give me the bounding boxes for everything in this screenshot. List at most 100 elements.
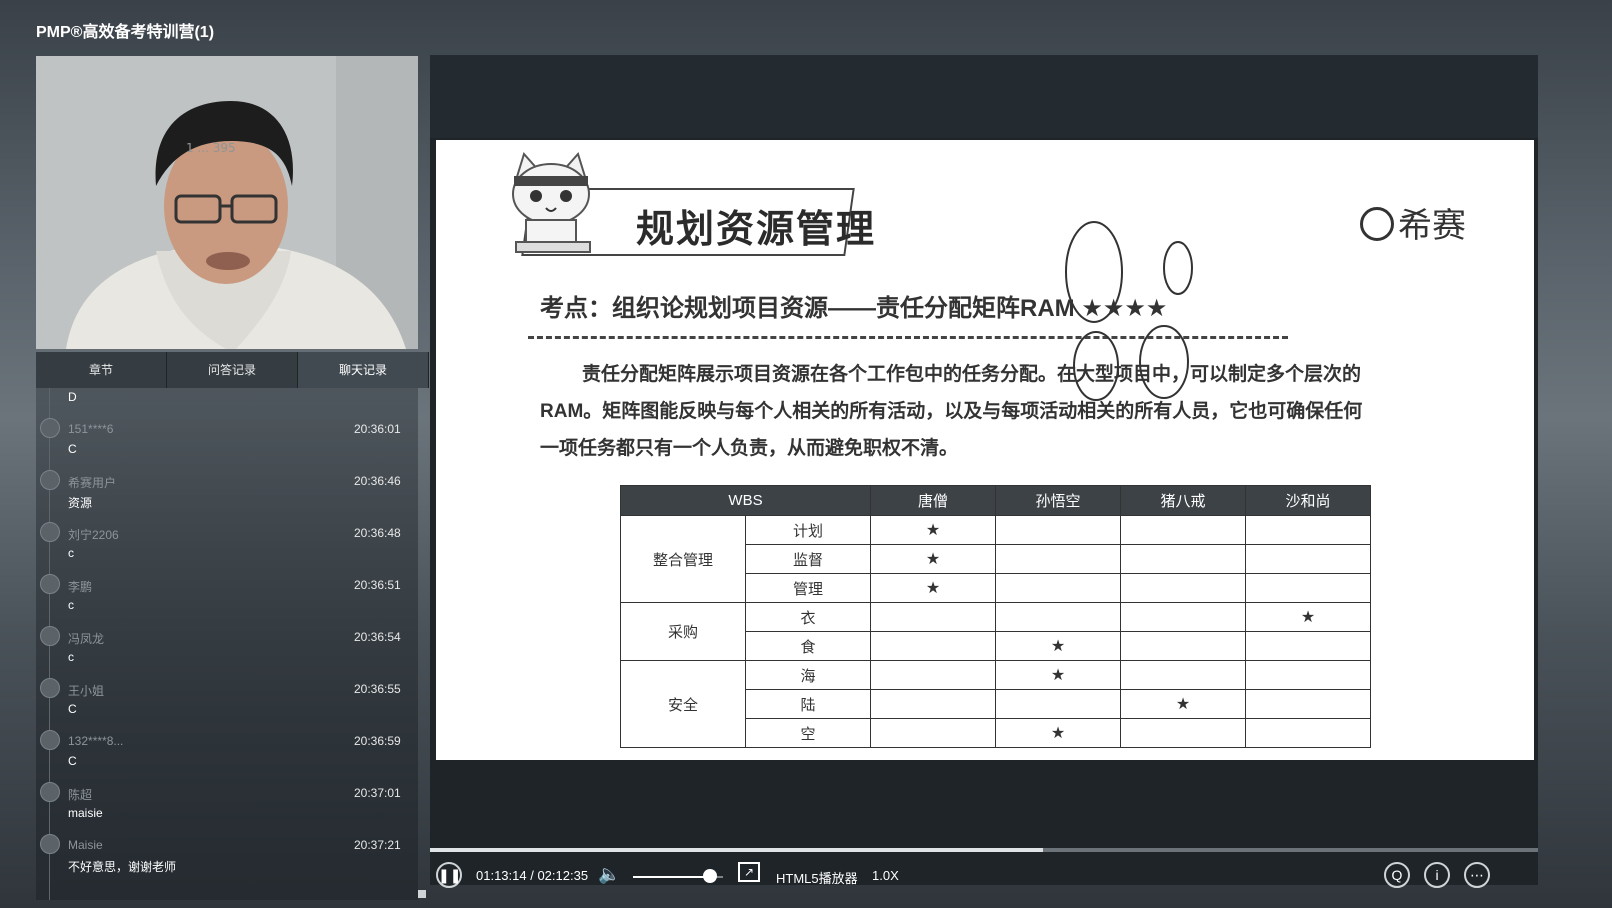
chat-time: 20:36:51 [354, 578, 401, 592]
star-cell [1245, 718, 1371, 748]
star-cell [870, 602, 996, 632]
slide: 规划资源管理 希赛 考点：组织论规划项目资源——责任分配矩阵RAM ★★★★ 责… [436, 140, 1534, 760]
star-cell [870, 660, 996, 690]
table-row: 整合管理 计划 ★ [620, 515, 1371, 603]
chat-message: Maisie 20:37:21 不好意思，谢谢老师 [36, 834, 418, 886]
star-cell [870, 718, 996, 748]
volume-knob[interactable] [702, 869, 717, 883]
star-cell [1245, 515, 1371, 545]
avatar [40, 782, 60, 802]
slide-title: 规划资源管理 [636, 209, 877, 251]
qa-icon[interactable]: Q [1384, 862, 1410, 888]
chat-username: 李鹏 [68, 580, 93, 594]
tab-chat-records[interactable]: 聊天记录 [298, 352, 429, 388]
avatar [40, 470, 60, 490]
chat-text: C [68, 702, 77, 716]
picture-in-picture-icon[interactable]: ↗ [738, 862, 760, 882]
info-icon[interactable]: i [1424, 862, 1450, 888]
tab-qa-records[interactable]: 问答记录 [167, 352, 298, 388]
chat-username: 132****8... [68, 734, 124, 748]
group-cell: 整合管理 [620, 515, 746, 603]
star-cell: ★ [995, 660, 1121, 690]
chat-message: 陈超 20:37:01 maisie [36, 782, 418, 834]
avatar [40, 678, 60, 698]
chat-text: 资源 [68, 496, 93, 510]
star-cell [1120, 515, 1246, 545]
more-icon[interactable]: ⋯ [1464, 862, 1490, 888]
paragraph-line: 责任分配矩阵展示项目资源在各个工作包中的任务分配。在大型项目中，可以制定多个层次… [582, 364, 1362, 385]
total-time: 02:12:35 [537, 868, 589, 883]
task-cell: 空 [745, 718, 871, 748]
playback-progress-bar[interactable] [430, 848, 1538, 852]
star-cell [870, 631, 996, 661]
star-cell: ★ [995, 631, 1121, 661]
app-title: PMP®高效备考特训营(1) [36, 24, 215, 41]
star-cell [1120, 602, 1246, 632]
avatar [40, 730, 60, 750]
star-cell [995, 602, 1121, 632]
table-header: 猪八戒 [1120, 485, 1246, 516]
dashed-divider [528, 336, 1288, 339]
star-cell [995, 689, 1121, 719]
paragraph-line: 一项任务都只有一个人负责，从而避免职权不清。 [540, 438, 959, 459]
star-cell [1245, 573, 1371, 603]
star-cell [1120, 660, 1246, 690]
presenter-image [36, 56, 418, 349]
pause-button[interactable]: ❚❚ [436, 862, 462, 888]
group-cell: 采购 [620, 602, 746, 661]
chat-message: 希赛用户 20:36:46 资源 [36, 470, 418, 522]
group-cell: 安全 [620, 660, 746, 748]
playback-speed-button[interactable]: 1.0X [872, 868, 899, 883]
playback-progress-fill [430, 848, 1043, 852]
paragraph-line: RAM。矩阵图能反映与每个人相关的所有活动，以及与每项活动相关的所有人员，它也可… [540, 401, 1363, 422]
star-cell: ★ [995, 718, 1121, 748]
chat-time: 20:36:46 [354, 474, 401, 488]
chat-text: C [68, 442, 77, 456]
current-time: 01:13:14 [476, 868, 527, 883]
star-cell: ★ [870, 573, 996, 603]
slide-paragraph: 责任分配矩阵展示项目资源在各个工作包中的任务分配。在大型项目中，可以制定多个层次… [540, 356, 1440, 467]
chat-time: 20:36:54 [354, 630, 401, 644]
chat-text: c [68, 598, 74, 612]
chat-time: 20:37:21 [354, 838, 401, 852]
table-header: 唐僧 [870, 485, 996, 516]
task-cell: 计划 [745, 515, 871, 545]
tab-chapters[interactable]: 章节 [36, 352, 167, 388]
task-cell: 管理 [745, 573, 871, 603]
task-cell: 海 [745, 660, 871, 690]
time-separator: / [526, 868, 538, 883]
star-cell [1245, 544, 1371, 574]
brand-logo: 希赛 [1360, 198, 1466, 247]
chat-message: 李鹏 20:36:51 c [36, 574, 418, 626]
chat-panel[interactable]: D 151****6 20:36:01 C 希赛用户 20:36:46 资源 刘… [36, 388, 418, 900]
star-cell: ★ [870, 515, 996, 545]
chat-message: 刘宁2206 20:36:48 c [36, 522, 418, 574]
star-cell [1245, 660, 1371, 690]
avatar [40, 522, 60, 542]
chat-username: Maisie [68, 838, 103, 852]
chat-scroll-handle[interactable] [418, 890, 426, 898]
star-cell [870, 689, 996, 719]
chat-time: 20:36:01 [354, 422, 401, 436]
chat-message: 132****8... 20:36:59 C [36, 730, 418, 782]
chat-username: 陈超 [68, 788, 93, 802]
star-cell [1245, 631, 1371, 661]
volume-icon[interactable]: 🔈 [598, 864, 620, 885]
table-header: 沙和尚 [1245, 485, 1371, 516]
star-cell [1120, 544, 1246, 574]
brand-mark-icon [1360, 207, 1394, 241]
chat-partial-message: D [68, 390, 77, 404]
avatar [40, 626, 60, 646]
chat-username: 151****6 [68, 422, 114, 436]
star-cell [1245, 689, 1371, 719]
chat-username: 王小姐 [68, 684, 105, 698]
task-cell: 监督 [745, 544, 871, 574]
chat-username: 希赛用户 [68, 476, 117, 490]
task-cell: 衣 [745, 602, 871, 632]
star-cell: ★ [1120, 689, 1246, 719]
avatar [40, 574, 60, 594]
table-row: 安全 海 ★ [620, 660, 1371, 748]
task-cell: 陆 [745, 689, 871, 719]
exam-point-heading: 考点：组织论规划项目资源——责任分配矩阵RAM ★★★★ [540, 295, 1168, 322]
chat-username: 冯凤龙 [68, 632, 105, 646]
